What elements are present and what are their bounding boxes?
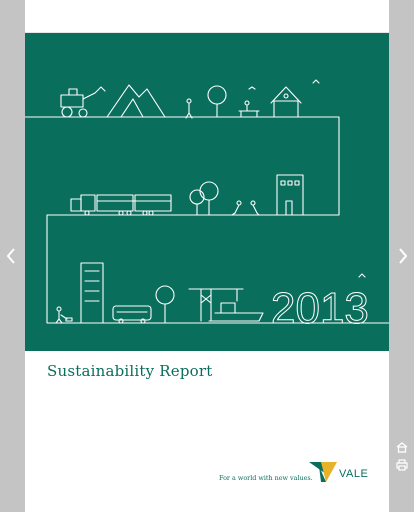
bench-icon bbox=[238, 100, 260, 118]
bird-bottom-icon bbox=[358, 273, 366, 278]
person-icon bbox=[185, 98, 193, 119]
tractor-icon bbox=[60, 86, 106, 118]
previous-page-button[interactable] bbox=[4, 246, 18, 266]
cover-year: 2013 bbox=[271, 284, 369, 333]
trees-icon bbox=[189, 181, 219, 216]
report-title: Sustainability Report bbox=[47, 362, 213, 380]
page-top-strip bbox=[25, 0, 389, 33]
report-cover-page: 2013 Sustainability Report For a world w… bbox=[25, 0, 389, 512]
brand-name: VALE bbox=[339, 468, 369, 480]
birds-icon bbox=[248, 79, 320, 90]
truck-icon bbox=[70, 194, 172, 216]
ship-icon bbox=[208, 302, 264, 322]
next-page-button[interactable] bbox=[396, 246, 410, 266]
cover-illustration: 2013 bbox=[25, 33, 389, 351]
apartment-building-icon bbox=[80, 262, 104, 324]
print-button[interactable] bbox=[395, 458, 409, 471]
chevron-left-icon bbox=[6, 248, 15, 264]
mountains-icon bbox=[106, 84, 166, 118]
tree-icon bbox=[207, 85, 227, 118]
person-with-dog-icon bbox=[55, 306, 73, 324]
bus-icon bbox=[112, 305, 152, 324]
home-icon bbox=[396, 442, 408, 453]
office-building-icon bbox=[276, 174, 304, 216]
landscape-line-art: 2013 bbox=[25, 79, 389, 334]
walking-people-icon bbox=[231, 200, 260, 216]
home-button[interactable] bbox=[395, 440, 409, 453]
chevron-right-icon bbox=[399, 248, 408, 264]
print-icon bbox=[396, 459, 408, 471]
tree-bottom-icon bbox=[155, 285, 175, 324]
brand-tagline: For a world with new values. bbox=[219, 474, 313, 482]
house-icon bbox=[270, 86, 302, 118]
